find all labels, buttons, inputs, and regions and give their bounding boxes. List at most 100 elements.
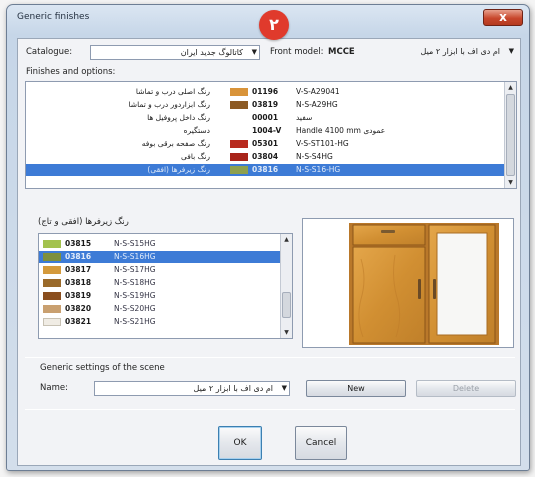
catalogue-label: Catalogue: xyxy=(26,47,73,57)
finish-desc: Handle 4100 mm عمودی xyxy=(296,126,386,135)
variant-desc: N-S-S20HG xyxy=(114,304,156,313)
variant-desc: N-S-S15HG xyxy=(114,239,156,248)
finish-swatch xyxy=(230,140,248,148)
scroll-down-icon[interactable]: ▼ xyxy=(505,177,516,188)
variant-code: 03815 xyxy=(65,239,92,248)
variant-swatch xyxy=(43,266,61,274)
finish-name: رنگ ابزاردور درب و تماشا xyxy=(128,100,210,109)
variant-desc: N-S-S16HG xyxy=(114,252,156,261)
finish-row-selected[interactable]: رنگ زیرفرها (افقی) 03816 N-S-S16-HG xyxy=(26,164,504,176)
finish-desc: N-S-S4HG xyxy=(296,152,333,161)
variant-code: 03819 xyxy=(65,291,92,300)
variant-row[interactable]: 03817 N-S-S17HG xyxy=(39,264,280,276)
variant-row[interactable]: 03815 N-S-S15HG xyxy=(39,238,280,250)
chevron-down-icon: ▼ xyxy=(281,384,287,392)
name-label: Name: xyxy=(40,383,68,393)
separator xyxy=(25,357,515,358)
variant-swatch xyxy=(43,305,61,313)
finish-row[interactable]: رنگ بافی 03804 N-S-S4HG xyxy=(26,151,504,163)
finish-code: 1004-V xyxy=(252,126,282,135)
finish-desc: V-S-ST101-HG xyxy=(296,139,349,148)
finish-code: 05301 xyxy=(252,139,279,148)
finish-name: رنگ اصلی درب و تماشا xyxy=(135,87,210,96)
scroll-down-icon[interactable]: ▼ xyxy=(281,327,292,338)
finish-name: دستگیره xyxy=(183,126,210,135)
front-model-select[interactable]: ام دی اف با ابزار ۲ میل ▼ xyxy=(368,45,516,60)
variant-row[interactable]: 03821 N-S-S21HG xyxy=(39,316,280,328)
ok-button[interactable]: OK xyxy=(218,426,262,460)
finish-code: 01196 xyxy=(252,87,279,96)
scrollbar-thumb[interactable] xyxy=(506,94,515,176)
variant-swatch xyxy=(43,240,61,248)
separator xyxy=(25,409,515,410)
finishes-list[interactable]: رنگ اصلی درب و تماشا 01196 V-S-A29041 رن… xyxy=(25,81,517,189)
finish-row[interactable]: رنگ داخل پروفیل ها 00001 سفید xyxy=(26,112,504,124)
scroll-up-icon[interactable]: ▲ xyxy=(281,234,292,245)
variant-desc: N-S-S19HG xyxy=(114,291,156,300)
dialog-body: Catalogue: کاتالوگ جدید ایران ▼ Front mo… xyxy=(17,38,521,466)
scene-name-select[interactable]: ام دی اف با ابزار ۲ میل ▼ xyxy=(94,381,290,396)
finish-desc: V-S-A29041 xyxy=(296,87,340,96)
finish-desc: N-S-S16-HG xyxy=(296,165,341,174)
variant-row[interactable]: 03818 N-S-S18HG xyxy=(39,277,280,289)
finish-name: رنگ داخل پروفیل ها xyxy=(147,113,210,122)
finishes-scrollbar[interactable]: ▲ ▼ xyxy=(504,82,516,188)
delete-button[interactable]: Delete xyxy=(416,380,516,397)
new-button[interactable]: New xyxy=(306,380,406,397)
variant-swatch xyxy=(43,292,61,300)
variant-code: 03821 xyxy=(65,317,92,326)
close-button[interactable]: x xyxy=(483,9,523,26)
scroll-up-icon[interactable]: ▲ xyxy=(505,82,516,93)
catalogue-value: کاتالوگ جدید ایران xyxy=(180,48,243,57)
finish-swatch xyxy=(230,166,248,174)
finish-name: رنگ بافی xyxy=(180,152,210,161)
variants-scrollbar[interactable]: ▲ ▼ xyxy=(280,234,292,338)
window-title: Generic finishes xyxy=(17,12,90,22)
front-model-code: MCCE xyxy=(328,47,355,57)
finish-code: 03816 xyxy=(252,165,279,174)
variant-code: 03816 xyxy=(65,252,92,261)
finish-row[interactable]: دستگیره 1004-V Handle 4100 mm عمودی xyxy=(26,125,504,137)
variant-desc: N-S-S17HG xyxy=(114,265,156,274)
variant-code: 03818 xyxy=(65,278,92,287)
finish-desc: سفید xyxy=(296,113,313,122)
variant-code: 03817 xyxy=(65,265,92,274)
front-model-label: Front model: xyxy=(270,47,324,57)
finish-desc: N-S-A29HG xyxy=(296,100,338,109)
variant-swatch xyxy=(43,253,61,261)
close-icon: x xyxy=(499,10,507,24)
variant-row[interactable]: 03820 N-S-S20HG xyxy=(39,303,280,315)
generic-settings-label: Generic settings of the scene xyxy=(40,363,165,373)
step-number-badge: ٢ xyxy=(259,10,289,40)
finish-name: رنگ صفحه برقی بوفه xyxy=(141,139,210,148)
cabinet-image xyxy=(303,219,513,347)
variants-label: رنگ زیرفرها (افقی و تاج) xyxy=(38,217,129,227)
generic-finishes-dialog: Generic finishes x Catalogue: کاتالوگ جد… xyxy=(6,4,530,471)
variant-desc: N-S-S21HG xyxy=(114,317,156,326)
variants-list[interactable]: 03815 N-S-S15HG 03816 N-S-S16HG 03817 N-… xyxy=(38,233,293,339)
finish-code: 03819 xyxy=(252,100,279,109)
chevron-down-icon: ▼ xyxy=(508,47,514,55)
variant-swatch xyxy=(43,279,61,287)
variant-swatch xyxy=(43,318,61,326)
cabinet-preview xyxy=(302,218,514,348)
finish-swatch xyxy=(230,101,248,109)
finish-row[interactable]: رنگ اصلی درب و تماشا 01196 V-S-A29041 xyxy=(26,86,504,98)
finish-swatch xyxy=(230,153,248,161)
chevron-down-icon: ▼ xyxy=(251,48,257,56)
variant-row[interactable]: 03819 N-S-S19HG xyxy=(39,290,280,302)
variant-row-selected[interactable]: 03816 N-S-S16HG xyxy=(39,251,280,263)
scene-name-value: ام دی اف با ابزار ۲ میل xyxy=(193,384,273,393)
finish-code: 00001 xyxy=(252,113,279,122)
variant-code: 03820 xyxy=(65,304,92,313)
variant-desc: N-S-S18HG xyxy=(114,278,156,287)
catalogue-select[interactable]: کاتالوگ جدید ایران ▼ xyxy=(90,45,260,60)
finish-code: 03804 xyxy=(252,152,279,161)
finish-name: رنگ زیرفرها (افقی) xyxy=(147,165,210,174)
finish-row[interactable]: رنگ صفحه برقی بوفه 05301 V-S-ST101-HG xyxy=(26,138,504,150)
finish-swatch xyxy=(230,88,248,96)
scrollbar-thumb[interactable] xyxy=(282,292,291,318)
cancel-button[interactable]: Cancel xyxy=(295,426,347,460)
front-model-value: ام دی اف با ابزار ۲ میل xyxy=(420,47,500,56)
finish-row[interactable]: رنگ ابزاردور درب و تماشا 03819 N-S-A29HG xyxy=(26,99,504,111)
